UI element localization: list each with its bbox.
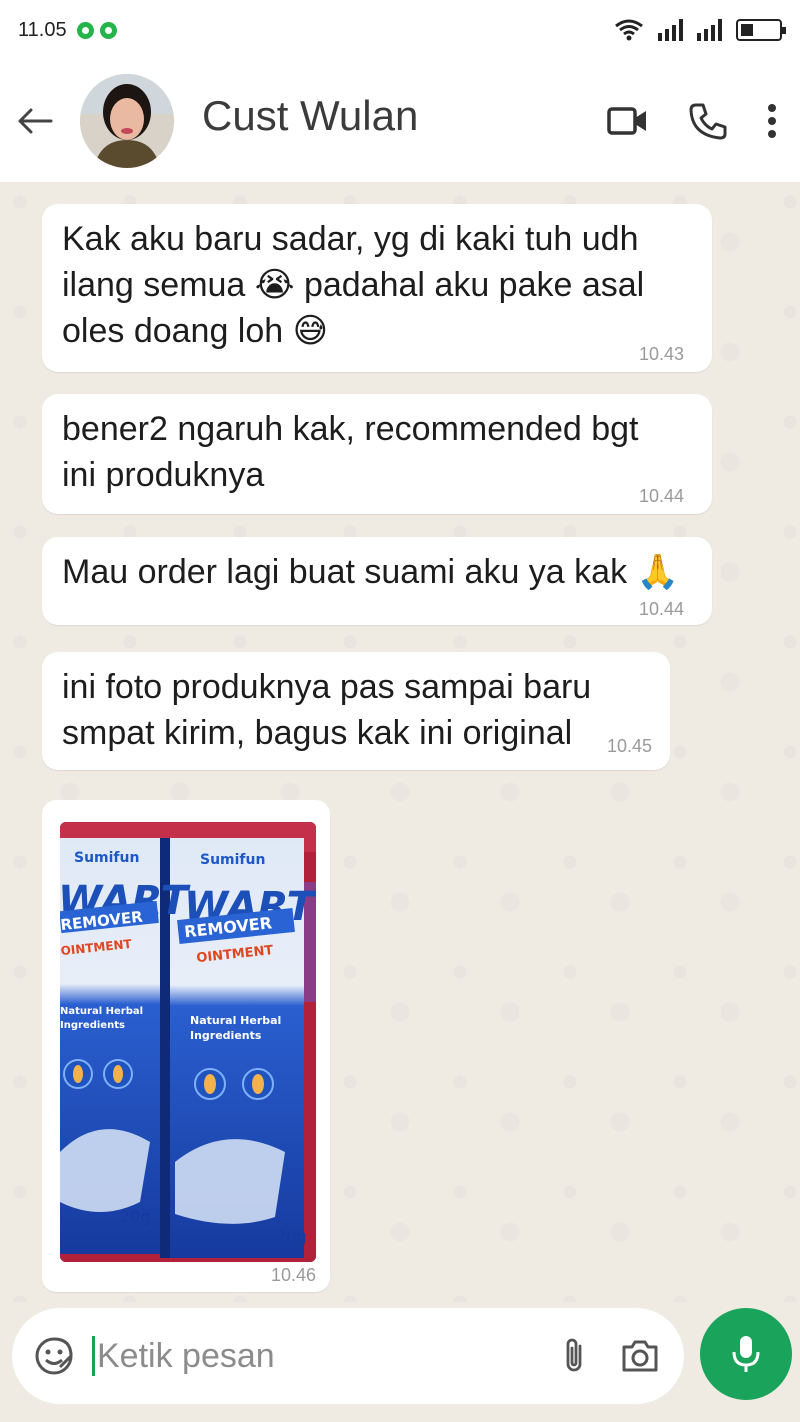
signal-icon xyxy=(658,19,683,41)
camera-icon xyxy=(622,1340,658,1372)
phone-icon xyxy=(689,103,727,140)
message-line: smpat kirim, bagus kak ini original xyxy=(62,714,573,752)
whatsapp-icon xyxy=(76,21,94,39)
brand-text-right: Sumifun xyxy=(200,852,265,868)
photo-message-bubble[interactable]: Sumifun Sumifun WART WART REMOVER REMOVE… xyxy=(42,800,330,1292)
message-line: ini produknya xyxy=(62,456,265,494)
message-bubble[interactable]: Kak aku baru sadar, yg di kaki tuh udh i… xyxy=(42,204,712,372)
tagline-right-2: Ingredients xyxy=(190,1029,262,1042)
status-time: 11.05 xyxy=(18,18,67,41)
message-bubble[interactable]: Mau order lagi buat suami aku ya kak 🙏 1… xyxy=(42,537,712,625)
mic-button[interactable] xyxy=(700,1308,792,1400)
tagline-left-2: Ingredients xyxy=(60,1020,125,1031)
tagline-left-1: Natural Herbal xyxy=(60,1006,143,1017)
message-time: 10.44 xyxy=(638,599,684,619)
signal-icon xyxy=(697,19,722,41)
brand-text-left: Sumifun xyxy=(74,850,139,866)
status-icons xyxy=(614,18,786,42)
message-input[interactable] xyxy=(97,1336,497,1376)
status-bar: 11.05 xyxy=(0,0,800,60)
text-cursor xyxy=(92,1336,95,1376)
avatar-photo xyxy=(80,74,174,168)
video-call-button[interactable] xyxy=(606,105,650,137)
battery-icon xyxy=(736,19,786,41)
message-line: bener2 ngaruh kak, recommended bgt xyxy=(62,410,639,448)
message-line: ini foto produknya pas sampai baru xyxy=(62,668,592,706)
product-photo-image: Sumifun Sumifun WART WART REMOVER REMOVE… xyxy=(60,822,316,1262)
avatar[interactable] xyxy=(80,74,174,168)
tagline-right-1: Natural Herbal xyxy=(190,1014,281,1027)
message-time: 10.45 xyxy=(606,736,652,756)
wifi-icon xyxy=(615,19,643,41)
whatsapp-icon xyxy=(99,21,117,39)
photo-message-time: 10.46 xyxy=(270,1265,316,1285)
weight-left: 20g xyxy=(120,1207,151,1226)
chat-header: Cust Wulan xyxy=(0,60,800,182)
input-bar xyxy=(0,1302,800,1422)
message-time: 10.43 xyxy=(638,344,684,364)
weight-right: 20g xyxy=(276,1227,307,1246)
voice-call-button[interactable] xyxy=(688,101,728,141)
product-photo[interactable]: Sumifun Sumifun WART WART REMOVER REMOVE… xyxy=(60,822,316,1262)
message-time: 10.44 xyxy=(638,486,684,506)
message-bubble[interactable]: bener2 ngaruh kak, recommended bgt ini p… xyxy=(42,394,712,514)
attach-icon xyxy=(566,1338,582,1372)
back-button[interactable] xyxy=(0,86,70,156)
message-input-box xyxy=(12,1308,684,1404)
contact-name[interactable]: Cust Wulan xyxy=(202,92,418,140)
message-line: oles doang loh 😅 xyxy=(62,312,329,350)
emoji-button[interactable] xyxy=(32,1334,76,1378)
header-actions xyxy=(606,101,778,141)
emoji-icon xyxy=(35,1337,73,1375)
message-line: Mau order lagi buat suami aku ya kak 🙏 xyxy=(62,553,679,591)
attach-button[interactable] xyxy=(562,1336,586,1376)
mic-icon xyxy=(732,1336,760,1372)
message-line: Kak aku baru sadar, yg di kaki tuh udh xyxy=(62,220,639,258)
message-line: ilang semua 😭 padahal aku pake asal xyxy=(62,266,645,304)
video-call-icon xyxy=(607,107,646,135)
more-options-button[interactable] xyxy=(766,103,778,139)
message-bubble[interactable]: ini foto produknya pas sampai baru smpat… xyxy=(42,652,670,770)
more-vert-icon xyxy=(768,104,776,138)
camera-button[interactable] xyxy=(620,1339,660,1373)
chat-area[interactable]: Kak aku baru sadar, yg di kaki tuh udh i… xyxy=(0,182,800,1302)
back-arrow-icon xyxy=(18,108,53,134)
